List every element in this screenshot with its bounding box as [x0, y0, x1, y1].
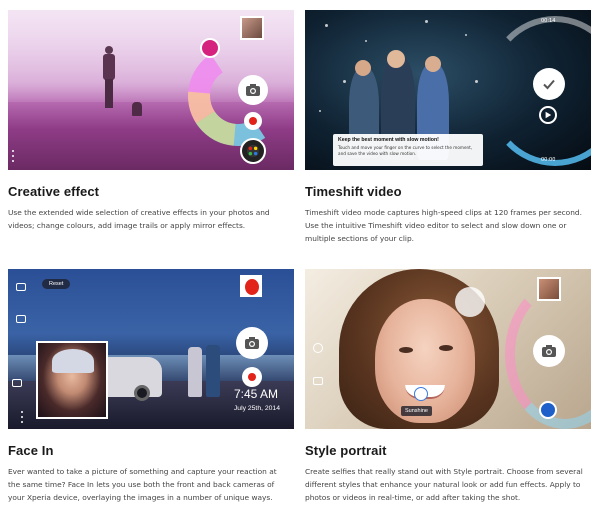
feature-card-timeshift-video: 00:14 00:00 Keep the best moment with sl… [305, 10, 591, 245]
camera-mode-icon[interactable] [12, 379, 22, 387]
feature-description: Create selfies that really stand out wit… [305, 467, 583, 502]
feature-title: Style portrait [305, 443, 387, 458]
feature-title: Creative effect [8, 184, 100, 199]
light-flare [455, 287, 485, 317]
camera-icon [246, 84, 260, 96]
feature-description: Use the extended wide selection of creat… [8, 208, 270, 230]
more-vert-icon[interactable] [11, 150, 15, 162]
person-silhouette [102, 46, 116, 108]
check-icon [543, 79, 555, 90]
record-button[interactable] [244, 112, 262, 130]
effects-palette-button[interactable] [240, 138, 266, 164]
gallery-thumbnail[interactable] [240, 275, 262, 297]
effect-wheel-knob[interactable] [200, 38, 220, 58]
record-button[interactable] [242, 367, 262, 387]
front-camera-inset[interactable] [36, 341, 108, 419]
slow-motion-tooltip: Keep the best moment with slow motion! T… [333, 134, 483, 166]
reset-button[interactable]: Reset [42, 279, 71, 289]
timer-icon[interactable] [313, 343, 323, 353]
landscape-icon[interactable] [16, 283, 26, 291]
palette-icon [246, 144, 260, 158]
style-portrait-screenshot: Sunshine [305, 269, 591, 429]
feature-description: Ever wanted to take a picture of somethi… [8, 467, 277, 502]
clock-readout: 7:45 AM [233, 387, 278, 401]
time-start: 00:14 [541, 18, 556, 24]
dog-silhouette [132, 102, 142, 116]
date-readout: July 25th, 2014 [233, 405, 280, 412]
camera-icon [542, 345, 556, 357]
feature-card-face-in: Reset 7:45 AM July 25th, 2014 Face In Ev… [8, 269, 294, 504]
feature-title: Timeshift video [305, 184, 402, 199]
person-figure [206, 345, 220, 397]
creative-effect-screenshot [8, 10, 294, 170]
more-vert-icon[interactable] [20, 411, 24, 423]
feature-title: Face In [8, 443, 54, 458]
camera-shutter-button[interactable] [533, 335, 565, 367]
record-icon [249, 117, 257, 125]
feature-description: Timeshift video mode captures high-speed… [305, 208, 582, 243]
camera-shutter-button[interactable] [238, 75, 268, 105]
style-label[interactable]: Sunshine [401, 406, 432, 416]
timeshift-video-screenshot: 00:14 00:00 Keep the best moment with sl… [305, 10, 591, 170]
switch-camera-icon[interactable] [16, 315, 26, 323]
style-effects-button[interactable] [539, 401, 557, 419]
person-figure [188, 347, 202, 397]
confirm-button[interactable] [533, 68, 565, 100]
play-icon [545, 111, 552, 119]
camera-icon [245, 337, 259, 349]
style-selector-button[interactable] [414, 387, 428, 401]
camera-shutter-button[interactable] [236, 327, 268, 359]
tooltip-text: Touch and move your finger on the curve … [338, 145, 473, 156]
gallery-thumbnail[interactable] [240, 16, 264, 40]
feature-card-creative-effect: Creative effect Use the extended wide se… [8, 10, 294, 232]
gallery-thumbnail[interactable] [537, 277, 561, 301]
play-button[interactable] [539, 106, 557, 124]
selfie-face [375, 299, 475, 423]
face-in-screenshot: Reset 7:45 AM July 25th, 2014 [8, 269, 294, 429]
tooltip-title: Keep the best moment with slow motion! [338, 137, 439, 143]
record-icon [248, 373, 256, 381]
camera-mode-icon[interactable] [313, 377, 323, 385]
time-end: 00:00 [541, 157, 556, 163]
feature-card-style-portrait: Sunshine Style portrait Create selfies t… [305, 269, 591, 504]
